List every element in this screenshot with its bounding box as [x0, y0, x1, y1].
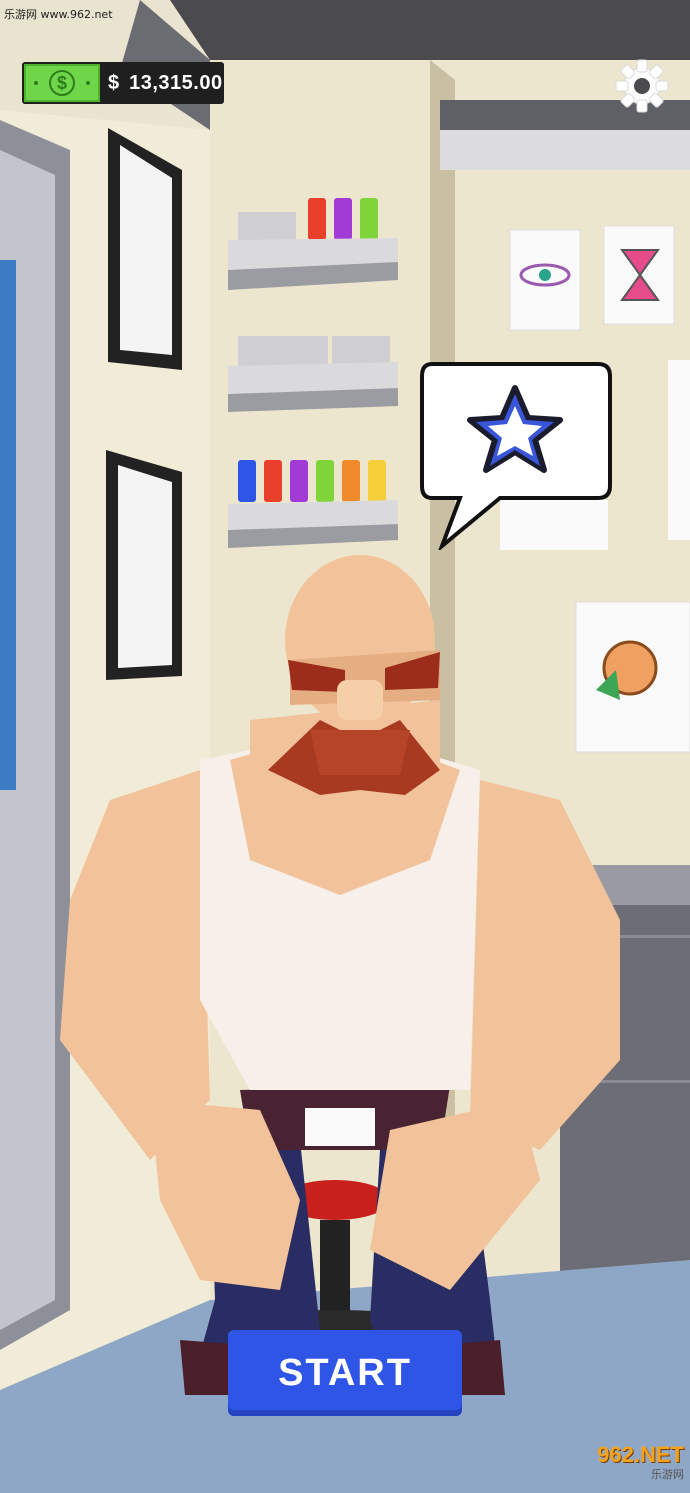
start-button[interactable]: START	[228, 1330, 462, 1416]
watermark-logo-main: 962.NET	[597, 1442, 684, 1467]
watermark-logo: 962.NET 乐游网	[556, 1444, 684, 1484]
tattoo-shop-scene	[0, 0, 690, 1493]
balance-value: 13,315.00	[129, 71, 223, 94]
currency-symbol: $	[108, 71, 120, 94]
cash-icon: $	[24, 64, 100, 102]
watermark-logo-sub: 乐游网	[651, 1468, 684, 1481]
speech-bubble	[420, 362, 612, 550]
settings-gear-icon[interactable]	[614, 58, 670, 114]
watermark-text: 乐游网 www.962.net	[4, 8, 113, 21]
money-counter: $ $ 13,315.00	[22, 62, 224, 104]
bill-symbol: $	[49, 70, 75, 96]
